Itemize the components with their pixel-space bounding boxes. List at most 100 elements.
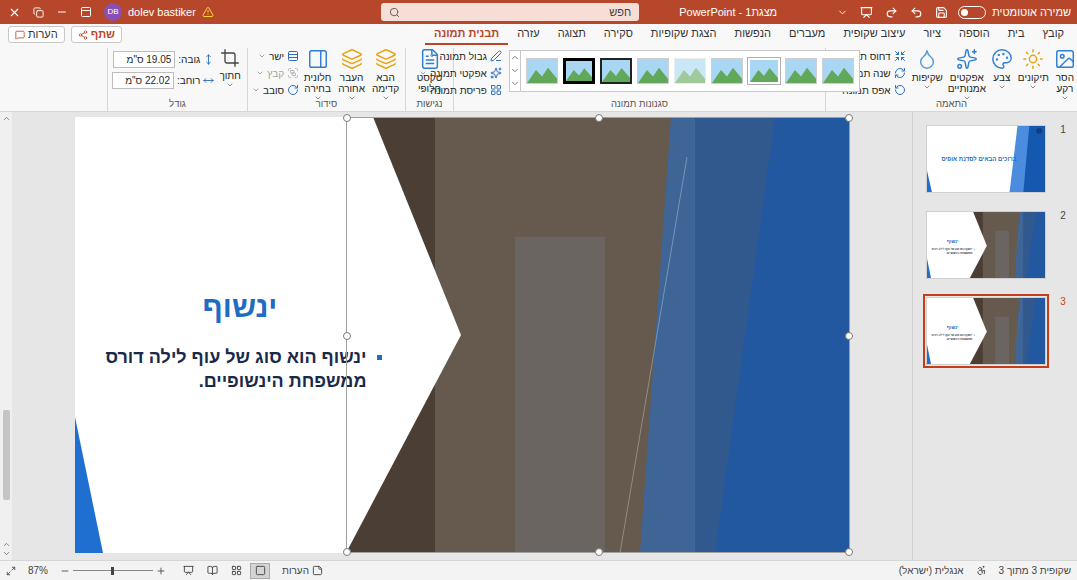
picture-style[interactable] [785, 58, 817, 84]
picture-styles-gallery[interactable] [509, 50, 860, 92]
picture-style[interactable] [600, 58, 632, 84]
ribbon-tab[interactable]: עזרה [508, 25, 548, 46]
thumbnail-row[interactable]: 1ברוכים הבאים לסדנת אופיס [913, 122, 1077, 196]
resize-handle[interactable] [845, 114, 853, 122]
rotate-button[interactable]: סובב [252, 82, 299, 98]
view-button[interactable] [202, 563, 222, 579]
gallery-up-icon[interactable] [510, 51, 520, 64]
restore-icon[interactable] [33, 7, 44, 18]
picture-style[interactable] [674, 58, 706, 84]
ribbon-tab[interactable]: מעברים [780, 25, 834, 46]
view-button[interactable] [178, 563, 198, 579]
fit-to-window-icon[interactable] [6, 566, 16, 576]
zoom-slider[interactable] [73, 566, 153, 576]
artistic-effects-button[interactable]: אפקטים אמנותיים [947, 48, 987, 102]
zoom-thumb[interactable] [111, 567, 114, 575]
ribbon-tab[interactable]: ציור [914, 25, 950, 46]
close-icon[interactable] [8, 6, 21, 19]
notes-button[interactable]: הערות [282, 563, 323, 578]
picture-style[interactable] [822, 58, 854, 84]
ribbon-tab[interactable]: סקירה [595, 25, 642, 46]
previous-slide-icon[interactable] [2, 540, 11, 549]
ribbon-tab[interactable]: תבנית תמונה [425, 25, 508, 46]
next-slide-icon[interactable] [2, 549, 11, 558]
accessibility-icon[interactable] [976, 565, 987, 576]
save-icon[interactable] [935, 6, 948, 19]
ribbon-tab[interactable]: תצוגה [549, 25, 595, 46]
scroll-thumb[interactable] [3, 410, 10, 500]
bullet-item[interactable]: ינשוף הוא סוג של עוף לילה דורס ממשפחת הי… [931, 247, 975, 254]
slide[interactable]: ינשוף ינשוף הוא סוג של עוף לילה דורס ממשפ… [75, 117, 850, 553]
undo-icon[interactable] [910, 6, 923, 19]
alt-text-button[interactable]: טקסט חלופי [411, 48, 449, 94]
transparency-button[interactable]: שקיפות [911, 48, 944, 91]
resize-handle[interactable] [343, 332, 351, 340]
selection-pane-button[interactable]: חלונית בחירה [302, 48, 333, 102]
picture-style[interactable] [711, 58, 743, 84]
thumbnail-row[interactable]: 3ינשוףינשוף הוא סוג של עוף לילה דורס ממש… [913, 294, 1077, 368]
bring-forward-button[interactable]: הבא קדימה [370, 48, 401, 102]
slide-thumbnail[interactable]: ברוכים הבאים לסדנת אופיס [926, 125, 1046, 193]
scroll-up-icon[interactable] [2, 114, 11, 123]
zoom-out-icon[interactable] [60, 566, 70, 576]
slide-bullets[interactable]: ינשוף הוא סוג של עוף לילה דורס ממשפחת הי… [99, 345, 382, 393]
resize-handle[interactable] [845, 332, 853, 340]
resize-handle[interactable] [343, 548, 351, 556]
resize-handle[interactable] [595, 548, 603, 556]
ribbon-tab[interactable]: הוספה [950, 25, 999, 46]
group-button[interactable]: קבץ [252, 65, 299, 81]
customize-toolbar-icon[interactable] [837, 7, 848, 18]
zoom-level[interactable]: 87% [28, 563, 48, 578]
slide-title[interactable]: ינשוף [203, 289, 278, 325]
gallery-more-icon[interactable] [510, 77, 520, 90]
comments-button[interactable]: הערות [8, 26, 65, 43]
zoom-in-icon[interactable] [156, 566, 166, 576]
autosave-toggle[interactable] [958, 6, 986, 19]
share-button[interactable]: שתף [71, 26, 122, 43]
resize-handle[interactable] [343, 114, 351, 122]
size-input[interactable]: 22.02 ס"מ [112, 72, 174, 89]
slide-title[interactable]: ינשוף [947, 239, 959, 245]
ribbon-tab[interactable]: קובץ [1034, 25, 1073, 46]
ribbon-tab[interactable]: הצגת שקופיות [642, 25, 726, 46]
picture-style[interactable] [563, 58, 595, 84]
bullet-item[interactable]: ינשוף הוא סוג של עוף לילה דורס ממשפחת הי… [931, 333, 975, 340]
slide-bullets[interactable]: ינשוף הוא סוג של עוף לילה דורס ממשפחת הי… [931, 333, 975, 340]
slide-title[interactable]: ינשוף [947, 325, 959, 331]
slide-thumbnail[interactable]: ינשוף ינשוף הוא סוג של עוף לילה דורס ממשפ… [926, 297, 1046, 365]
view-button[interactable] [226, 563, 246, 579]
corrections-button[interactable]: תיקונים [1017, 48, 1050, 91]
gallery-down-icon[interactable] [510, 64, 520, 77]
ribbon-tab[interactable]: עיצוב שקופית [834, 25, 914, 46]
bullet-item[interactable]: ינשוף הוא סוג של עוף לילה דורס ממשפחת הי… [99, 345, 382, 393]
slide[interactable]: ינשוף ינשוף הוא סוג של עוף לילה דורס ממשפ… [927, 212, 1046, 279]
color-button[interactable]: צבע [990, 48, 1014, 91]
language[interactable]: אנגלית (ישראל) [899, 563, 964, 578]
ribbon-tab[interactable]: הנפשות [726, 25, 780, 46]
start-slideshow-icon[interactable] [860, 6, 873, 19]
redo-icon[interactable] [885, 6, 898, 19]
view-button[interactable] [250, 563, 270, 579]
remove-background-button[interactable]: הסר רקע [1053, 48, 1077, 102]
picture-style[interactable] [637, 58, 669, 84]
vertical-scrollbar[interactable] [0, 112, 12, 560]
resize-handle[interactable] [845, 548, 853, 556]
slide[interactable]: ינשוף ינשוף הוא סוג של עוף לילה דורס ממשפ… [927, 298, 1046, 365]
picture-style[interactable] [748, 58, 780, 84]
resize-handle[interactable] [595, 114, 603, 122]
thumbnail-number: 2 [1055, 208, 1071, 223]
size-input[interactable]: 19.05 ס"מ [113, 51, 175, 68]
ribbon-display-icon[interactable] [80, 6, 92, 18]
picture-style[interactable] [526, 58, 558, 84]
slide-bullets[interactable]: ינשוף הוא סוג של עוף לילה דורס ממשפחת הי… [931, 247, 975, 254]
thumbnail-row[interactable]: 2 ינשוף ינשוף הוא סוג של עוף לילה דורס ממש… [913, 208, 1077, 282]
align-button[interactable]: ישר [252, 48, 299, 64]
crop-button[interactable]: חתוך [217, 48, 243, 89]
image-selection[interactable] [346, 117, 850, 553]
slide-thumbnail[interactable]: ינשוף ינשוף הוא סוג של עוף לילה דורס ממשפ… [926, 211, 1046, 279]
send-backward-button[interactable]: העבר אחורה [336, 48, 367, 102]
user-account[interactable]: dolev bastikerDB [104, 3, 214, 21]
search-box[interactable]: חפש [381, 3, 639, 21]
minimize-icon[interactable] [56, 6, 68, 18]
ribbon-tab[interactable]: בית [999, 25, 1034, 46]
